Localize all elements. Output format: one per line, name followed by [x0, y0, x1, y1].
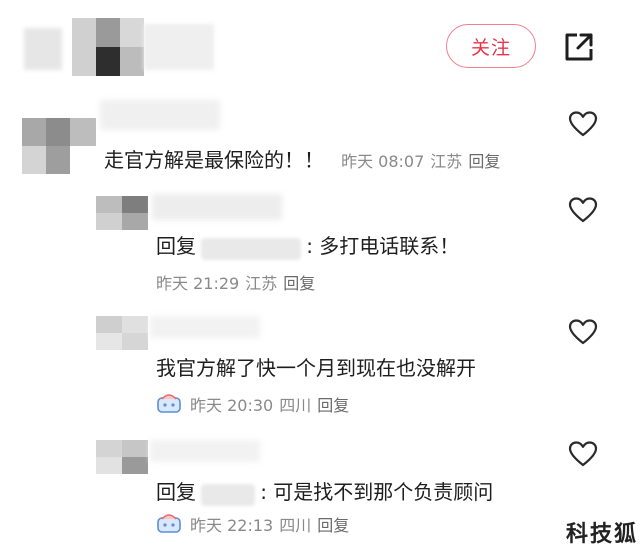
reply-avatar-blurred: [96, 316, 148, 350]
reply-text: : 可是找不到那个负责顾问: [260, 480, 494, 504]
user-badge-icon: [157, 394, 181, 413]
reply-text: : 多打电话联系！: [306, 234, 460, 258]
comment-text: 走官方解是最保险的！！: [104, 148, 324, 172]
reply-avatar-blurred: [96, 440, 148, 474]
comment-time: 昨天 08:07: [341, 152, 425, 171]
reply-username-blurred: [152, 194, 282, 220]
comment-location: 江苏: [430, 152, 463, 171]
like-heart-icon[interactable]: [568, 110, 598, 138]
mention-username-blurred: [201, 483, 256, 506]
reply-prefix: 回复: [156, 234, 196, 258]
comment-avatar-blurred: [22, 118, 96, 174]
user-badge-icon: [157, 514, 181, 533]
comment-reply-button[interactable]: 回复: [468, 152, 500, 171]
reply-item: 回复 : 多打电话联系！: [156, 230, 459, 260]
reply-username-blurred: [150, 316, 260, 338]
reply-reply-button[interactable]: 回复: [317, 516, 349, 535]
reply-reply-button[interactable]: 回复: [317, 396, 349, 415]
reply-time: 昨天 22:13: [190, 516, 274, 535]
reply-avatar-blurred: [96, 196, 148, 230]
comment-item: 走官方解是最保险的！！ 昨天 08:07 江苏 回复: [104, 144, 500, 173]
reply-time: 昨天 21:29: [156, 274, 240, 293]
follow-button[interactable]: 关注: [446, 24, 536, 68]
watermark: 科技狐: [565, 522, 638, 547]
header-username-blurred: [24, 28, 62, 70]
reply-location: 江苏: [245, 274, 278, 293]
like-heart-icon[interactable]: [568, 196, 598, 224]
like-heart-icon[interactable]: [568, 440, 598, 468]
comment-username-blurred: [100, 100, 220, 130]
reply-text: 我官方解了快一个月到现在也没解开: [156, 356, 476, 380]
reply-location: 四川: [279, 396, 312, 415]
reply-prefix: 回复: [156, 480, 196, 504]
reply-time: 昨天 20:30: [190, 396, 274, 415]
reply-reply-button[interactable]: 回复: [283, 274, 315, 293]
like-heart-icon[interactable]: [568, 318, 598, 346]
reply-username-blurred: [150, 440, 260, 462]
header-avatar-blurred: [72, 18, 222, 76]
mention-username-blurred: [201, 237, 302, 260]
reply-item: 回复 : 可是找不到那个负责顾问: [156, 476, 493, 506]
share-icon[interactable]: [562, 30, 596, 64]
reply-location: 四川: [279, 516, 312, 535]
